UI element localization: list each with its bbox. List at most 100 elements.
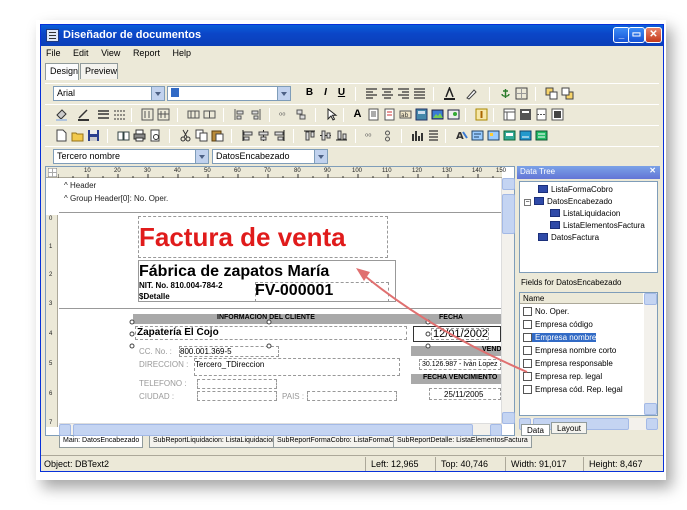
align-right-objects-icon[interactable] [273,129,286,142]
align-left-icon[interactable] [365,87,378,100]
underline-button[interactable]: U [335,87,348,98]
align-middle-objects-icon[interactable] [319,129,332,142]
subreport-icon[interactable] [503,108,516,121]
bring-front-icon[interactable] [545,87,558,100]
close-icon[interactable]: ✕ [649,166,656,175]
crosstab-icon[interactable] [551,108,564,121]
field-item[interactable]: Empresa código [523,320,593,329]
scroll-down-button[interactable] [644,403,657,415]
highlight-color-icon[interactable] [465,87,478,100]
field-item-selected[interactable]: Empresa nombre [523,333,597,342]
tab-subreport-liquidacion[interactable]: SubReportLiquidacion: ListaLiquidacion [149,436,280,448]
collapse-icon[interactable]: − [524,199,531,206]
scroll-right-button[interactable] [490,424,502,436]
db-image-icon[interactable] [447,108,460,121]
font-select[interactable]: Arial [53,86,165,101]
space-vertical-icon[interactable] [295,108,308,121]
align-center-icon[interactable] [381,87,394,100]
align-right-edges-icon[interactable] [157,108,170,121]
nit-number[interactable]: NIT. No. 810.004-784-2 [139,281,223,290]
chevron-down-icon[interactable] [314,150,327,163]
dataset-select[interactable]: DatosEncabezado [212,149,328,164]
line-width-icon[interactable] [97,108,110,121]
horizontal-scrollbar[interactable] [59,423,502,436]
wizard-icon[interactable] [471,129,484,142]
scroll-down-button[interactable] [502,412,515,424]
italic-button[interactable]: I [319,87,332,98]
pointer-icon[interactable] [325,108,338,121]
grid-snap-icon[interactable] [203,108,216,121]
hscroll-thumb[interactable] [73,424,473,436]
field-item[interactable]: Empresa responsable [523,359,613,368]
fields-wizard-icon[interactable] [503,129,516,142]
line-style-icon[interactable] [113,108,126,121]
paste-icon[interactable] [211,129,224,142]
menu-report[interactable]: Report [128,46,165,58]
tree-item[interactable]: DatosFactura [538,233,599,242]
chevron-down-icon[interactable] [277,87,290,100]
font-color-icon[interactable] [443,87,456,100]
close-button[interactable]: ✕ [645,27,662,43]
align-bottom-objects-icon[interactable] [335,129,348,142]
align-right-icon[interactable] [397,87,410,100]
page-setup-icon[interactable] [117,129,130,142]
tree-item[interactable]: ListaLiquidacion [550,209,620,218]
tab-subreport-detalle[interactable]: SubReportDetalle: ListaElementosFactura [393,436,532,448]
tab-main[interactable]: Main: DatosEncabezado [59,436,144,448]
fill-color-icon[interactable] [55,108,68,121]
cut-icon[interactable] [179,129,192,142]
region-icon[interactable] [519,108,532,121]
field-item[interactable]: Empresa cód. Rep. legal [523,385,623,394]
border-icon[interactable] [515,87,528,100]
grid-icon[interactable] [187,108,200,121]
tree-item[interactable]: − DatosEncabezado [524,197,612,206]
field-item[interactable]: No. Oper. [523,307,569,316]
save-icon[interactable] [87,129,100,142]
font-size-select[interactable] [167,86,291,101]
print-icon[interactable] [133,129,146,142]
list-icon[interactable] [427,129,440,142]
menu-help[interactable]: Help [167,46,196,58]
tree-item[interactable]: ListaElementosFactura [550,221,645,230]
copy-icon[interactable] [195,129,208,142]
same-height-icon[interactable] [381,129,394,142]
tree-item[interactable]: ListaFormaCobro [538,185,613,194]
scroll-right-button[interactable] [646,418,658,430]
scroll-thumb[interactable] [502,194,515,234]
barcode-icon[interactable] [475,108,488,121]
db-text-icon[interactable]: ab [399,108,412,121]
align-bottom-icon[interactable] [249,108,262,121]
open-folder-icon[interactable] [71,129,84,142]
new-file-icon[interactable] [55,129,68,142]
space-horizontal-icon[interactable]: ⁰⁰ [279,108,292,121]
fields-list[interactable]: Name No. Oper. Empresa código Empresa no… [519,292,658,416]
date-header[interactable]: FECHA [439,314,463,321]
align-left-edges-icon[interactable] [141,108,154,121]
tab-design[interactable]: Design [45,63,79,80]
align-top-icon[interactable] [233,108,246,121]
bold-button[interactable]: B [303,87,316,98]
text-tool-button[interactable]: A [351,108,364,120]
fields-scrollbar[interactable] [644,293,657,415]
align-top-objects-icon[interactable] [303,129,316,142]
maximize-button[interactable]: ▭ [628,27,645,43]
scroll-left-button[interactable] [59,424,71,436]
format-painter-icon[interactable]: A [455,129,468,142]
memo-icon[interactable] [367,108,380,121]
scroll-up-button[interactable] [644,293,657,305]
data-wizard-icon[interactable] [487,129,500,142]
export-icon[interactable] [535,129,548,142]
anchor-icon[interactable] [499,87,512,100]
report-designer[interactable]: 10 20 30 40 50 60 70 80 90 100 110 120 1… [45,166,515,436]
company-name[interactable]: Fábrica de zapatos María [139,263,329,281]
chart-icon[interactable] [411,129,424,142]
field-item[interactable]: Empresa nombre corto [523,346,616,355]
align-center-objects-icon[interactable] [257,129,270,142]
report-canvas[interactable]: Factura de venta Fábrica de zapatos Marí… [59,212,506,412]
same-width-icon[interactable]: ⁰⁰ [365,129,378,142]
data-tree[interactable]: ListaFormaCobro − DatosEncabezado ListaLi… [519,181,658,273]
datasource-select[interactable]: Tercero nombre [53,149,209,164]
tab-subreport-formacobro[interactable]: SubReportFormaCobro: ListaFormaCobro [273,436,412,448]
scroll-up-button[interactable] [502,178,515,190]
send-back-icon[interactable] [561,87,574,100]
